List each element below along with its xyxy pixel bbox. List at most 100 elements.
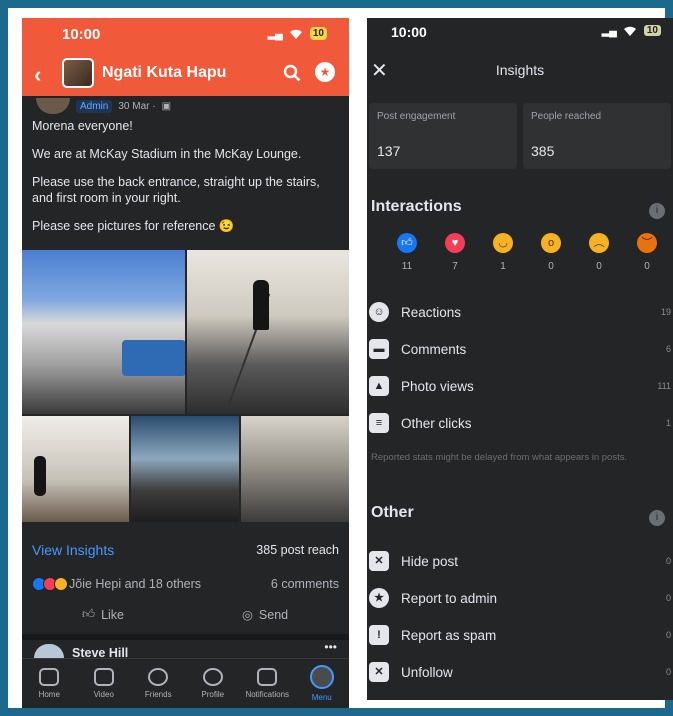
row-value: 19 — [660, 307, 671, 317]
post-text: Morena everyone! We are at McKay Stadium… — [32, 118, 342, 246]
photo-icon: ▲ — [369, 376, 389, 396]
reaction-count: 1 — [500, 261, 506, 272]
row-label: Reactions — [401, 304, 462, 320]
more-options-icon[interactable]: ••• — [324, 640, 337, 654]
stats-delay-note: Reported stats might be delayed from wha… — [371, 452, 628, 463]
other-clicks-row[interactable]: ≡ Other clicks 1 — [369, 411, 671, 435]
info-icon[interactable]: i — [649, 510, 665, 526]
bus-shape — [122, 340, 185, 376]
nav-video[interactable]: Video — [78, 668, 130, 699]
reaction-count: 0 — [596, 261, 602, 272]
comments-count[interactable]: 6 comments — [271, 577, 339, 591]
interactions-heading: Interactions — [371, 198, 462, 215]
row-label: Photo views — [401, 378, 474, 394]
reaction-count: 0 — [644, 261, 650, 272]
nav-friends[interactable]: Friends — [132, 668, 184, 699]
nav-menu-label: Menu — [311, 693, 332, 702]
post-date: 30 Mar · — [118, 100, 156, 112]
nav-notifications-label: Notifications — [245, 690, 290, 699]
battery-icon: 10 — [643, 25, 661, 36]
photo-stadium-exterior[interactable] — [22, 250, 185, 414]
hide-post-row[interactable]: ✕ Hide post 0 — [369, 549, 671, 573]
page-title: Insights — [495, 62, 545, 78]
unfollow-row[interactable]: ✕ Unfollow 0 — [369, 660, 671, 684]
wow-icon: o — [541, 233, 561, 253]
post-paragraph: Please use the back entrance, straight u… — [32, 175, 320, 205]
row-value: 0 — [665, 630, 671, 640]
signal-icon: ▂▄ — [267, 28, 283, 40]
photo-grid — [22, 250, 349, 522]
bottom-nav: Home Video Friends Profile Notifications… — [22, 658, 349, 708]
feed-divider — [22, 634, 349, 640]
reaction-count: 0 — [548, 261, 554, 272]
photo-stairs-landing[interactable] — [241, 416, 349, 522]
photo-views-row[interactable]: ▲ Photo views 111 — [369, 374, 671, 398]
row-label: Report to admin — [401, 590, 498, 606]
author-avatar[interactable] — [36, 98, 70, 114]
haha-icon: ◡ — [493, 233, 513, 253]
sad-icon: ︵ — [589, 233, 609, 253]
wifi-icon — [289, 29, 302, 39]
reaction-haha: ◡ 1 — [483, 233, 523, 272]
reaction-breakdown: 👍︎ 11 ♥ 7 ◡ 1 o 0 ︵ 0 ︶ 0 — [387, 233, 667, 272]
home-icon — [39, 668, 60, 686]
row-label: Comments — [401, 341, 467, 357]
nav-home[interactable]: Home — [23, 668, 75, 699]
signal-icon: ▂▄ — [601, 25, 617, 37]
comments-row[interactable]: ▬ Comments 6 — [369, 337, 671, 361]
row-label: Hide post — [401, 553, 459, 569]
shield-icon[interactable]: ★ — [315, 62, 335, 82]
like-icon: 👍︎ — [397, 233, 417, 253]
other-heading: Other — [371, 504, 414, 521]
messenger-icon: ◎ — [242, 608, 253, 622]
photo-stairs-view[interactable] — [131, 416, 239, 522]
stat-label: People reached — [531, 111, 602, 122]
group-header: 10:00 ▂▄ 10 ‹ Ngati Kuta Hapu ★ — [22, 18, 349, 96]
row-label: Report as spam — [401, 627, 497, 643]
person-shape — [253, 280, 269, 330]
back-icon[interactable]: ‹ — [34, 62, 41, 88]
search-icon[interactable] — [283, 64, 301, 82]
post-paragraph: We are at McKay Stadium in the McKay Lou… — [32, 147, 302, 161]
like-label: Like — [101, 607, 125, 622]
report-to-admin-row[interactable]: ★ Report to admin 0 — [369, 586, 671, 610]
admin-badge: Admin — [76, 99, 113, 113]
alert-icon: ! — [369, 625, 389, 645]
status-time: 10:00 — [391, 24, 427, 40]
thumbs-up-icon: 👍︎ — [82, 607, 96, 621]
list-icon: ≡ — [369, 413, 389, 433]
reaction-like: 👍︎ 11 — [387, 233, 427, 272]
stat-label: Post engagement — [377, 111, 456, 122]
post-reach: 385 post reach — [256, 543, 339, 557]
like-button[interactable]: 👍︎ Like — [82, 607, 124, 622]
person-shape — [34, 456, 46, 496]
report-as-spam-row[interactable]: ! Report as spam 0 — [369, 623, 671, 647]
stat-value: 385 — [531, 143, 555, 159]
row-value: 0 — [665, 667, 671, 677]
post-paragraph: Please see pictures for reference 😉 — [32, 219, 235, 233]
row-label: Other clicks — [401, 415, 472, 431]
reaction-icons — [32, 577, 68, 591]
photo-hallway[interactable] — [22, 416, 129, 522]
post-engagement-card: Post engagement 137 — [369, 103, 517, 169]
nav-notifications[interactable]: Notifications — [241, 668, 293, 699]
info-icon[interactable]: i — [649, 203, 665, 219]
group-title[interactable]: Ngati Kuta Hapu — [102, 64, 226, 82]
angry-icon: ︶ — [637, 233, 657, 253]
reaction-wow: o 0 — [531, 233, 571, 272]
nav-profile[interactable]: Profile — [187, 668, 239, 699]
row-value: 0 — [665, 556, 671, 566]
reaction-sad: ︵ 0 — [579, 233, 619, 272]
reactions-row[interactable]: ☺ Reactions 19 — [369, 300, 671, 324]
view-insights-link[interactable]: View Insights — [32, 542, 114, 558]
photo-stairs-up[interactable] — [187, 250, 349, 414]
send-button[interactable]: ◎ Send — [242, 607, 288, 623]
reactions-summary[interactable]: Jõie Hepi and 18 others — [32, 577, 201, 591]
group-avatar[interactable] — [62, 58, 94, 88]
right-phone-screen: 10:00 ▂▄ 10 ✕ Insights Post engagement 1… — [367, 18, 673, 700]
menu-avatar-icon — [309, 665, 334, 689]
heart-icon: ♥ — [445, 233, 465, 253]
battery-icon: 10 — [309, 27, 327, 40]
nav-menu[interactable]: Menu — [296, 665, 348, 702]
next-post-avatar[interactable] — [34, 644, 64, 658]
